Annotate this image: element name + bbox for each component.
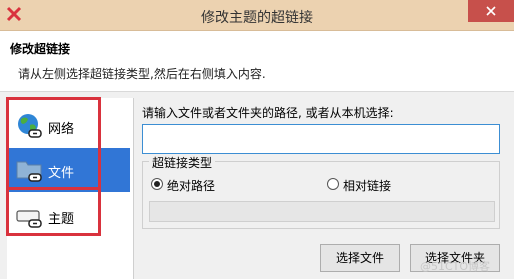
link-type-group: 超链接类型 绝对路径 相对链接: [142, 154, 500, 229]
close-icon: [486, 6, 496, 16]
close-button[interactable]: [468, 0, 514, 22]
highlight-frame-bottom: [6, 187, 101, 236]
link-type-label: 超链接类型: [149, 154, 216, 171]
path-prompt: 请输入文件或者文件夹的路径, 或者从本机选择:: [142, 106, 394, 120]
dialog-header: 修改超链接 请从左侧选择超链接类型,然后在右侧填入内容.: [0, 31, 514, 92]
title-bar: 修改主题的超链接: [0, 0, 514, 31]
file-link-panel: 请输入文件或者文件夹的路径, 或者从本机选择: 超链接类型 绝对路径 相对链接 …: [142, 98, 508, 279]
radio-label: 绝对路径: [167, 179, 216, 193]
header-description: 请从左侧选择超链接类型,然后在右侧填入内容.: [18, 67, 266, 81]
path-preview-field: [149, 201, 495, 222]
path-input[interactable]: [142, 124, 500, 154]
window-title: 修改主题的超链接: [201, 10, 313, 26]
radio-indicator: [327, 178, 339, 190]
radio-indicator: [151, 178, 163, 190]
highlight-frame-top: [6, 97, 101, 190]
radio-label: 相对链接: [343, 179, 392, 193]
dialog-body: 网络 文件 主题 请输入文件或者文件夹的路径, 或者从本机选择: 超链接类型 绝…: [0, 92, 514, 279]
choose-file-button[interactable]: 选择文件: [320, 244, 400, 272]
watermark: @51CTO博客: [420, 260, 491, 273]
header-title: 修改超链接: [10, 42, 71, 56]
